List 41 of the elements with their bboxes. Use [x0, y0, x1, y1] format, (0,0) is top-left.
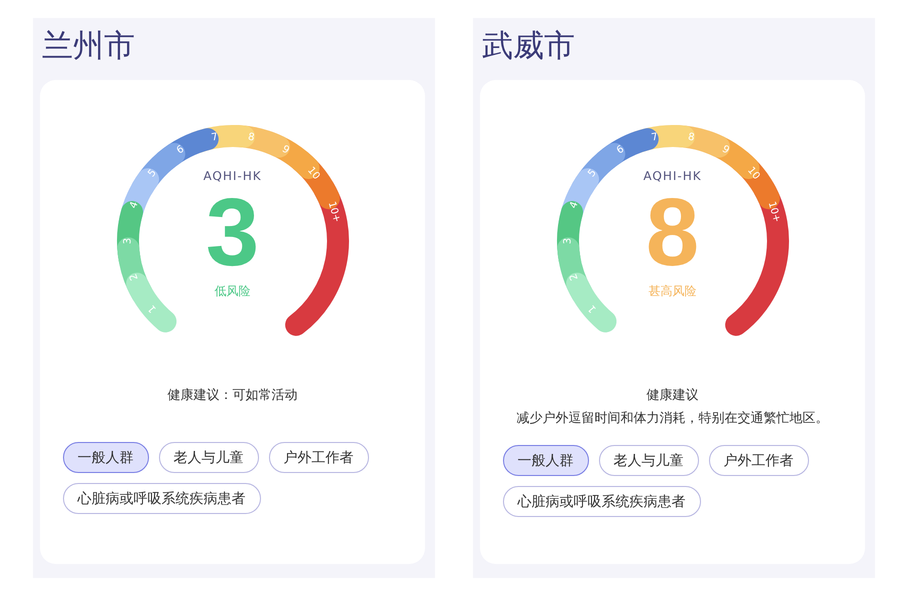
group-tab[interactable]: 老人与儿童 [158, 442, 258, 473]
scale-label: 10 [304, 165, 322, 182]
city-title: 兰州市 [42, 27, 136, 66]
risk-level: 甚高风险 [648, 282, 696, 300]
scale-label: 10+ [765, 200, 782, 224]
scale-label: 3 [122, 238, 133, 244]
health-advice: 健康建议：可如常活动 [168, 387, 298, 404]
group-tab[interactable]: 一般人群 [62, 442, 148, 473]
scale-label: 4 [568, 200, 580, 210]
scale-label: 10 [744, 165, 762, 182]
group-tab[interactable]: 心脏病或呼吸系统疾病患者 [502, 486, 700, 517]
risk-level: 低风险 [214, 282, 250, 300]
scale-label: 7 [650, 132, 658, 144]
group-tab[interactable]: 心脏病或呼吸系统疾病患者 [62, 483, 260, 514]
scale-label: 5 [146, 168, 158, 180]
scale-label: 5 [586, 168, 598, 180]
scale-label: 2 [568, 272, 580, 282]
index-name: AQHI-HK [643, 168, 702, 182]
city-title: 武威市 [482, 27, 576, 66]
scale-label: 7 [210, 132, 218, 144]
scale-label: 9 [720, 144, 730, 156]
group-tab[interactable]: 一般人群 [502, 445, 588, 476]
index-value: 8 [646, 182, 700, 282]
group-tab[interactable]: 户外工作者 [708, 445, 808, 476]
index-name: AQHI-HK [203, 168, 262, 182]
scale-label: 8 [686, 132, 695, 144]
scale-label: 8 [246, 132, 255, 144]
scale-label: 9 [280, 144, 290, 156]
index-value: 3 [206, 182, 260, 282]
scale-label: 6 [174, 144, 186, 156]
health-advice: 减少户外逗留时间和体力消耗，特别在交通繁忙地区。 [516, 410, 828, 427]
scale-label: 1 [586, 302, 598, 314]
scale-label: 2 [128, 272, 140, 282]
scale-label: 4 [128, 200, 140, 210]
scale-label: 1 [146, 302, 158, 314]
scale-label: 10+ [325, 200, 342, 224]
scale-label: 6 [614, 144, 626, 156]
scale-label: 3 [562, 238, 573, 244]
group-tab[interactable]: 户外工作者 [268, 442, 368, 473]
group-tab[interactable]: 老人与儿童 [598, 445, 698, 476]
health-advice: 健康建议 [646, 387, 698, 404]
